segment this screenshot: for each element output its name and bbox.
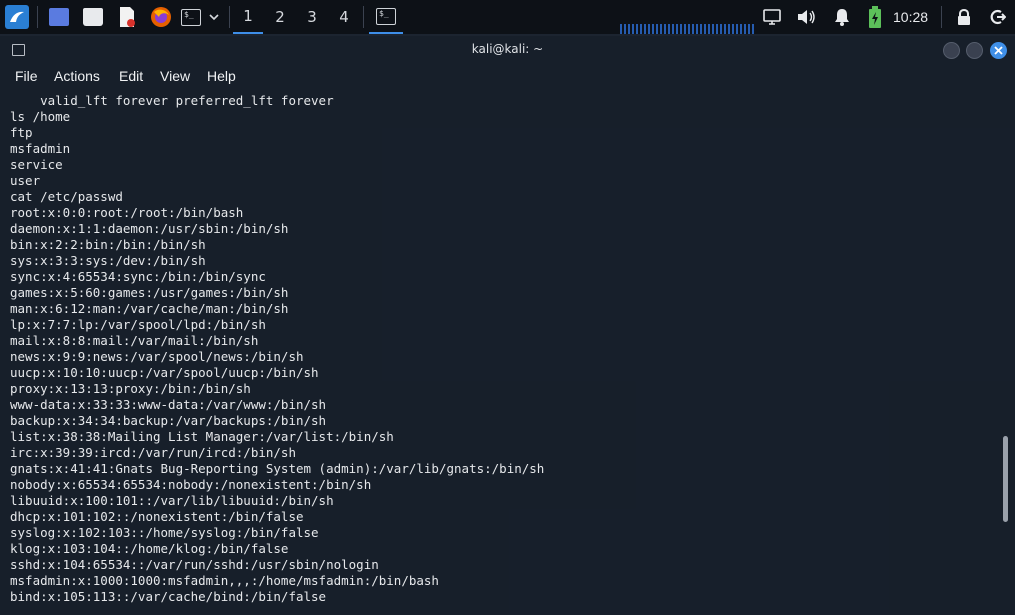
menu-file[interactable]: File (15, 68, 38, 84)
terminal-icon: $_ (376, 7, 396, 25)
battery-charging-icon (869, 6, 881, 28)
text-editor-button[interactable] (114, 0, 140, 34)
terminal-line: valid_lft forever preferred_lft forever (10, 93, 334, 108)
terminal-line: bind:x:105:113::/var/cache/bind:/bin/fal… (10, 589, 327, 604)
display-button[interactable] (760, 0, 784, 34)
firefox-icon (151, 7, 171, 27)
lock-icon (958, 8, 970, 25)
top-panel: $_ 1 2 3 4 $_ 10:28 (0, 0, 1015, 34)
panel-separator (941, 6, 942, 28)
workspace-1[interactable]: 1 (233, 0, 263, 34)
window-title: kali@kali: ~ (471, 42, 544, 56)
battery-button[interactable] (864, 0, 886, 34)
close-button[interactable] (990, 42, 1007, 59)
file-manager-button[interactable] (80, 0, 106, 34)
terminal-line: root:x:0:0:root:/root:/bin/bash (10, 205, 244, 220)
menu-view[interactable]: View (160, 68, 190, 84)
terminal-line: lp:x:7:7:lp:/var/spool/lpd:/bin/sh (10, 317, 266, 332)
firefox-button[interactable] (148, 0, 174, 34)
terminal-line: sshd:x:104:65534::/var/run/sshd:/usr/sbi… (10, 557, 379, 572)
terminal-line: list:x:38:38:Mailing List Manager:/var/l… (10, 429, 394, 444)
menu-actions[interactable]: Actions (54, 68, 100, 84)
terminal-line: news:x:9:9:news:/var/spool/news:/bin/sh (10, 349, 304, 364)
scrollbar-thumb[interactable] (1003, 436, 1008, 522)
monitor-icon (763, 9, 781, 25)
bell-icon (835, 9, 849, 26)
workspace-2[interactable]: 2 (265, 0, 295, 34)
terminal-window: kali@kali: ~ File Actions Edit View Help… (0, 36, 1015, 615)
terminal-line: mail:x:8:8:mail:/var/mail:/bin/sh (10, 333, 259, 348)
terminal-line: man:x:6:12:man:/var/cache/man:/bin/sh (10, 301, 289, 316)
terminal-line: nobody:x:65534:65534:nobody:/nonexistent… (10, 477, 372, 492)
text-editor-icon (120, 7, 135, 27)
logout-icon (990, 9, 1006, 25)
terminal-line: ls /home (10, 109, 71, 124)
terminal-line: bin:x:2:2:bin:/bin:/bin/sh (10, 237, 206, 252)
scrollbar[interactable] (1001, 96, 1009, 611)
terminal-line: klog:x:103:104::/home/klog:/bin/false (10, 541, 289, 556)
clock[interactable]: 10:28 (893, 0, 928, 34)
terminal-line: irc:x:39:39:ircd:/var/run/ircd:/bin/sh (10, 445, 296, 460)
terminal-line: msfadmin:x:1000:1000:msfadmin,,,:/home/m… (10, 573, 439, 588)
terminal-line: backup:x:34:34:backup:/var/backups:/bin/… (10, 413, 327, 428)
panel-separator (363, 6, 364, 28)
launcher-dropdown[interactable] (205, 0, 223, 34)
kali-menu-button[interactable] (3, 0, 31, 34)
terminal-line: libuuid:x:100:101::/var/lib/libuuid:/bin… (10, 493, 334, 508)
logout-button[interactable] (986, 0, 1010, 34)
terminal-line: service (10, 157, 63, 172)
terminal-line: syslog:x:102:103::/home/syslog:/bin/fals… (10, 525, 319, 540)
terminal-line: msfadmin (10, 141, 71, 156)
terminal-line: uucp:x:10:10:uucp:/var/spool/uucp:/bin/s… (10, 365, 319, 380)
volume-button[interactable] (795, 0, 819, 34)
desktop-icon (49, 8, 69, 26)
terminal-launcher-button[interactable]: $_ (179, 0, 203, 34)
terminal-line: sys:x:3:3:sys:/dev:/bin/sh (10, 253, 206, 268)
terminal-output[interactable]: valid_lft forever preferred_lft forever l… (10, 93, 995, 613)
terminal-line: sync:x:4:65534:sync:/bin:/bin/sync (10, 269, 266, 284)
terminal-line: dhcp:x:101:102::/nonexistent:/bin/false (10, 509, 304, 524)
minimize-button[interactable] (943, 42, 960, 59)
cpu-graph (620, 24, 755, 34)
terminal-line: daemon:x:1:1:daemon:/usr/sbin:/bin/sh (10, 221, 289, 236)
chevron-down-icon (209, 14, 219, 21)
show-desktop-button[interactable] (46, 0, 72, 34)
terminal-line: proxy:x:13:13:proxy:/bin:/bin/sh (10, 381, 251, 396)
menu-help[interactable]: Help (207, 68, 236, 84)
terminal-line: cat /etc/passwd (10, 189, 123, 204)
speaker-icon (798, 10, 815, 24)
terminal-line: ftp (10, 125, 33, 140)
kali-dragon-icon (5, 5, 29, 29)
panel-separator (229, 6, 230, 28)
panel-separator (37, 6, 38, 28)
menu-bar: File Actions Edit View Help (0, 64, 1015, 90)
maximize-button[interactable] (966, 42, 983, 59)
terminal-line: user (10, 173, 41, 188)
lock-screen-button[interactable] (953, 0, 975, 34)
terminal-line: gnats:x:41:41:Gnats Bug-Reporting System… (10, 461, 545, 476)
title-bar[interactable]: kali@kali: ~ (0, 36, 1015, 64)
close-icon (994, 46, 1003, 55)
terminal-icon: $_ (181, 8, 201, 26)
notifications-button[interactable] (830, 0, 854, 34)
workspace-3[interactable]: 3 (297, 0, 327, 34)
workspace-4[interactable]: 4 (329, 0, 359, 34)
terminal-line: games:x:5:60:games:/usr/games:/bin/sh (10, 285, 289, 300)
terminal-line: www-data:x:33:33:www-data:/var/www:/bin/… (10, 397, 327, 412)
taskbar-terminal-window[interactable]: $_ (369, 0, 403, 34)
menu-edit[interactable]: Edit (119, 68, 143, 84)
folder-icon (83, 8, 103, 26)
